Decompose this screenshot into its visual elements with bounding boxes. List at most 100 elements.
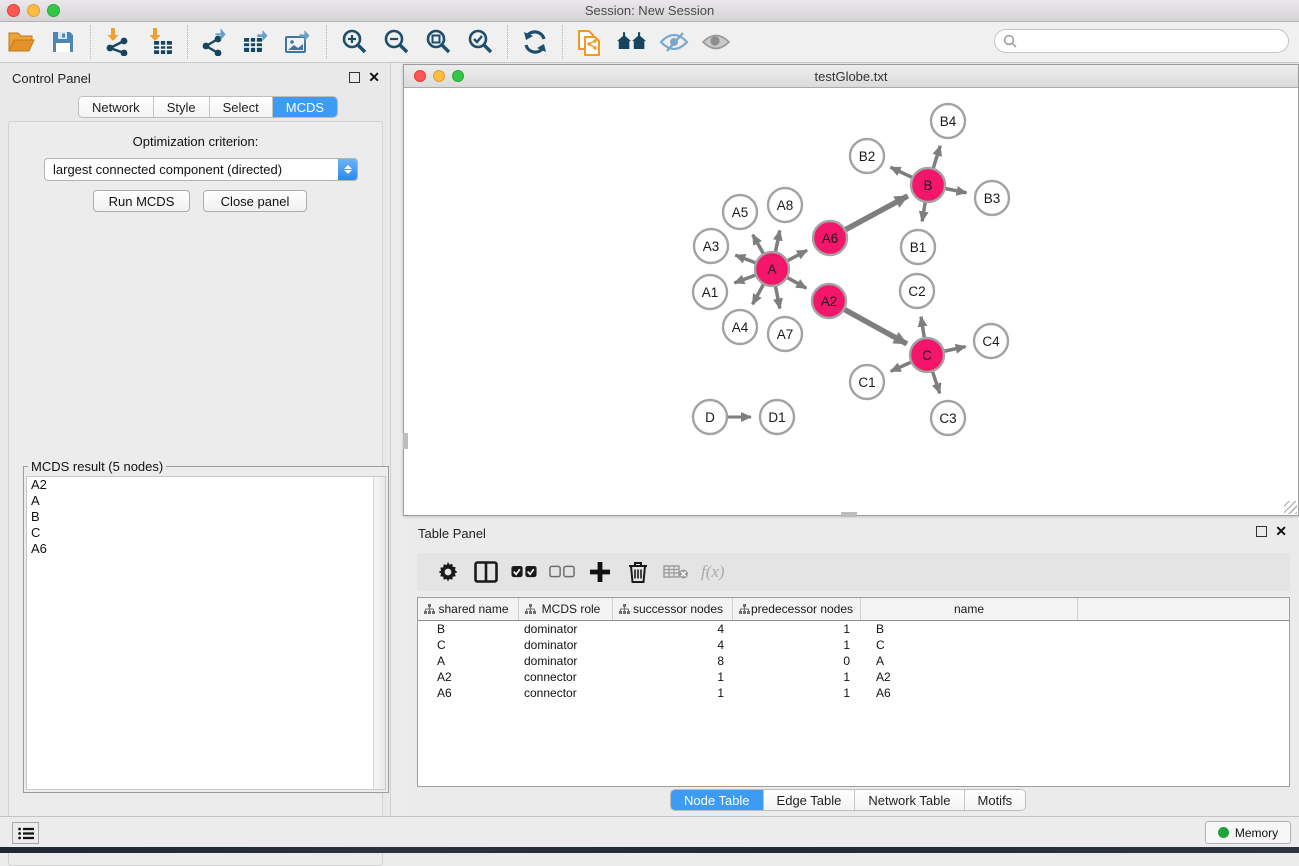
float-table-panel-icon[interactable]	[1256, 526, 1267, 537]
cell-mcds_role[interactable]: connector	[519, 670, 613, 684]
edge-B-B2[interactable]	[890, 167, 912, 178]
criterion-select[interactable]: largest connected component (directed)	[44, 158, 358, 181]
maximize-window-button[interactable]	[47, 4, 60, 17]
maximize-network-button[interactable]	[452, 70, 464, 82]
table-row[interactable]: Bdominator41B	[418, 621, 1289, 637]
deselect-all-icon[interactable]	[549, 559, 575, 585]
float-panel-icon[interactable]	[349, 72, 360, 83]
column-header-shared-name[interactable]: shared name	[418, 598, 519, 620]
network-horizontal-scrollbar[interactable]	[841, 512, 857, 517]
node-A6[interactable]: A6	[813, 221, 847, 255]
zoom-in-icon[interactable]	[339, 27, 369, 57]
export-table-icon[interactable]	[242, 27, 272, 57]
edge-C-C1[interactable]	[891, 362, 912, 371]
close-window-button[interactable]	[7, 4, 20, 17]
delete-icon[interactable]	[625, 559, 651, 585]
cell-name[interactable]: A2	[861, 670, 1078, 684]
cell-successor_nodes[interactable]: 4	[613, 622, 733, 636]
node-A3[interactable]: A3	[694, 229, 728, 263]
edge-C-C3[interactable]	[932, 371, 939, 393]
cell-mcds_role[interactable]: connector	[519, 686, 613, 700]
table-row[interactable]: Adominator80A	[418, 653, 1289, 669]
mcds-result-list[interactable]: A2ABCA6	[26, 476, 386, 790]
function-builder-icon[interactable]: f(x)	[701, 559, 725, 585]
node-B3[interactable]: B3	[975, 181, 1009, 215]
close-table-panel-icon[interactable]: ✕	[1275, 526, 1287, 537]
refresh-icon[interactable]	[520, 27, 550, 57]
node-B1[interactable]: B1	[901, 230, 935, 264]
minimize-network-button[interactable]	[433, 70, 445, 82]
cell-successor_nodes[interactable]: 4	[613, 638, 733, 652]
result-item[interactable]: B	[27, 509, 385, 525]
export-network-icon[interactable]	[200, 27, 230, 57]
node-A7[interactable]: A7	[768, 317, 802, 351]
edge-B-B1[interactable]	[922, 202, 925, 222]
edge-A6-B[interactable]	[845, 196, 908, 230]
result-item[interactable]: A6	[27, 541, 385, 557]
node-C4[interactable]: C4	[974, 324, 1008, 358]
resize-grip-icon[interactable]	[1284, 501, 1297, 514]
zoom-selected-icon[interactable]	[465, 27, 495, 57]
cell-name[interactable]: B	[861, 622, 1078, 636]
cell-shared_name[interactable]: A	[418, 654, 519, 668]
network-vertical-scrollbar[interactable]	[403, 433, 408, 449]
node-A4[interactable]: A4	[723, 310, 757, 344]
result-item[interactable]: A2	[27, 477, 385, 493]
table-row[interactable]: A2connector11A2	[418, 669, 1289, 685]
save-session-icon[interactable]	[48, 27, 78, 57]
node-D1[interactable]: D1	[760, 400, 794, 434]
node-B4[interactable]: B4	[931, 104, 965, 138]
minimize-window-button[interactable]	[27, 4, 40, 17]
cell-predecessor_nodes[interactable]: 1	[733, 686, 861, 700]
import-network-icon[interactable]	[103, 27, 133, 57]
cell-predecessor_nodes[interactable]: 0	[733, 654, 861, 668]
network-window-titlebar[interactable]: testGlobe.txt	[404, 65, 1298, 88]
node-A[interactable]: A	[755, 252, 789, 286]
edge-C-C4[interactable]	[944, 347, 966, 352]
node-D[interactable]: D	[693, 400, 727, 434]
cell-predecessor_nodes[interactable]: 1	[733, 622, 861, 636]
cell-shared_name[interactable]: C	[418, 638, 519, 652]
cell-name[interactable]: A	[861, 654, 1078, 668]
close-panel-icon[interactable]: ✕	[368, 72, 380, 83]
show-all-icon[interactable]	[701, 27, 731, 57]
tab-network[interactable]: Network	[79, 97, 154, 117]
node-C[interactable]: C	[910, 338, 944, 372]
task-history-button[interactable]	[12, 822, 39, 844]
edge-A-A8[interactable]	[775, 230, 779, 252]
edge-A-A7[interactable]	[775, 286, 780, 309]
cell-mcds_role[interactable]: dominator	[519, 638, 613, 652]
edge-C-C2[interactable]	[921, 317, 924, 339]
import-table-icon[interactable]	[145, 27, 175, 57]
hide-selected-icon[interactable]	[659, 27, 689, 57]
edge-B-B3[interactable]	[945, 188, 967, 192]
zoom-out-icon[interactable]	[381, 27, 411, 57]
edge-A-A4[interactable]	[753, 284, 764, 304]
cell-successor_nodes[interactable]: 1	[613, 686, 733, 700]
edge-A-A6[interactable]	[787, 250, 807, 261]
edge-A-A1[interactable]	[734, 275, 756, 283]
zoom-fit-icon[interactable]	[423, 27, 453, 57]
node-B[interactable]: B	[911, 168, 945, 202]
cell-predecessor_nodes[interactable]: 1	[733, 670, 861, 684]
split-columns-icon[interactable]	[473, 559, 499, 585]
delete-table-icon[interactable]	[663, 559, 689, 585]
search-input[interactable]	[1022, 34, 1288, 49]
node-C1[interactable]: C1	[850, 365, 884, 399]
cell-name[interactable]: C	[861, 638, 1078, 652]
run-mcds-button[interactable]: Run MCDS	[93, 190, 190, 212]
node-A1[interactable]: A1	[693, 275, 727, 309]
node-A8[interactable]: A8	[768, 188, 802, 222]
tab-select[interactable]: Select	[210, 97, 273, 117]
column-header-MCDS-role[interactable]: MCDS role	[519, 598, 613, 620]
cell-successor_nodes[interactable]: 8	[613, 654, 733, 668]
select-all-icon[interactable]	[511, 559, 537, 585]
edge-A-A2[interactable]	[787, 277, 807, 288]
search-field[interactable]	[994, 29, 1289, 53]
edge-A2-C[interactable]	[844, 309, 907, 344]
edge-A-A3[interactable]	[735, 255, 756, 263]
column-header-successor-nodes[interactable]: successor nodes	[613, 598, 733, 620]
tab-edge-table[interactable]: Edge Table	[764, 790, 856, 810]
export-image-icon[interactable]	[284, 27, 314, 57]
edge-B-B4[interactable]	[933, 146, 940, 169]
